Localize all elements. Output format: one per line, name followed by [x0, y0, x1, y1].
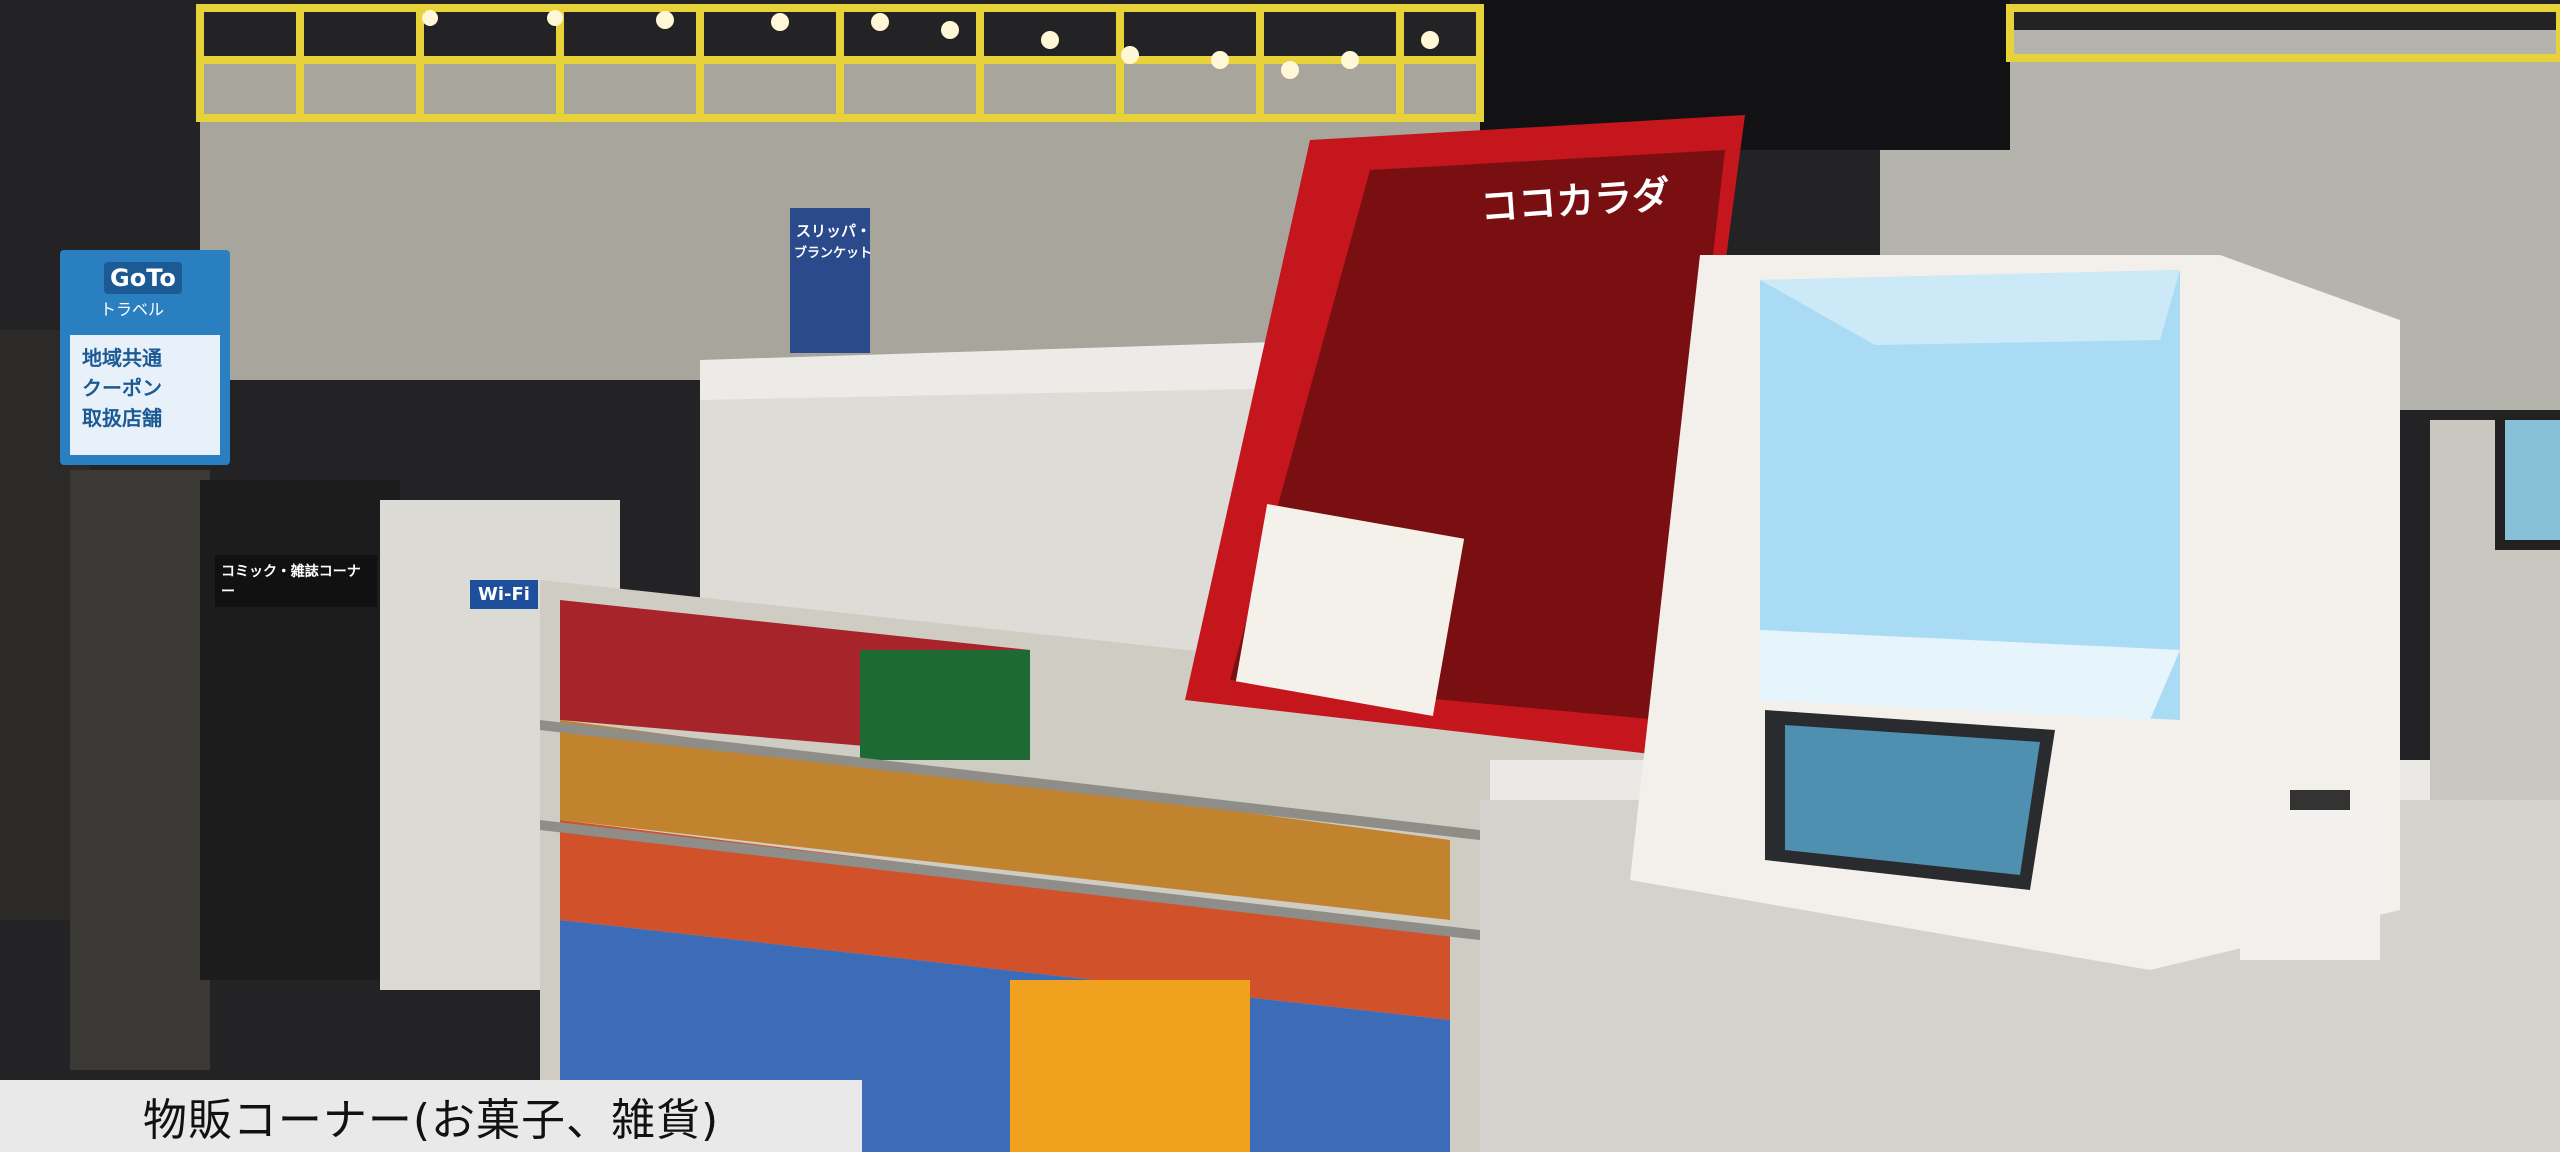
goto-sign-logo: GoTo — [104, 262, 182, 294]
caption-label: 物販コーナー(お菓子、雑貨) — [0, 1080, 862, 1152]
comic-corner-sign: コミック・雑誌コーナー — [215, 555, 377, 607]
magazine-rack — [70, 470, 210, 1070]
card-reader-box — [2240, 800, 2380, 960]
doritos-bags — [1010, 980, 1250, 1152]
goto-sign-line2: クーポン — [82, 376, 162, 400]
slipper-sign-line1: スリッパ・ — [796, 222, 872, 240]
wifi-sign: Wi-Fi — [470, 580, 538, 609]
drink-boxes — [860, 650, 1030, 760]
goto-sign-line3: 取扱店舗 — [82, 406, 162, 430]
store-photo-scene — [0, 0, 2560, 1152]
slipper-sign-line2: ブランケット — [794, 246, 873, 261]
goto-sign-sub: トラベル — [100, 300, 165, 319]
goto-sign-line1: 地域共通 — [82, 346, 162, 370]
